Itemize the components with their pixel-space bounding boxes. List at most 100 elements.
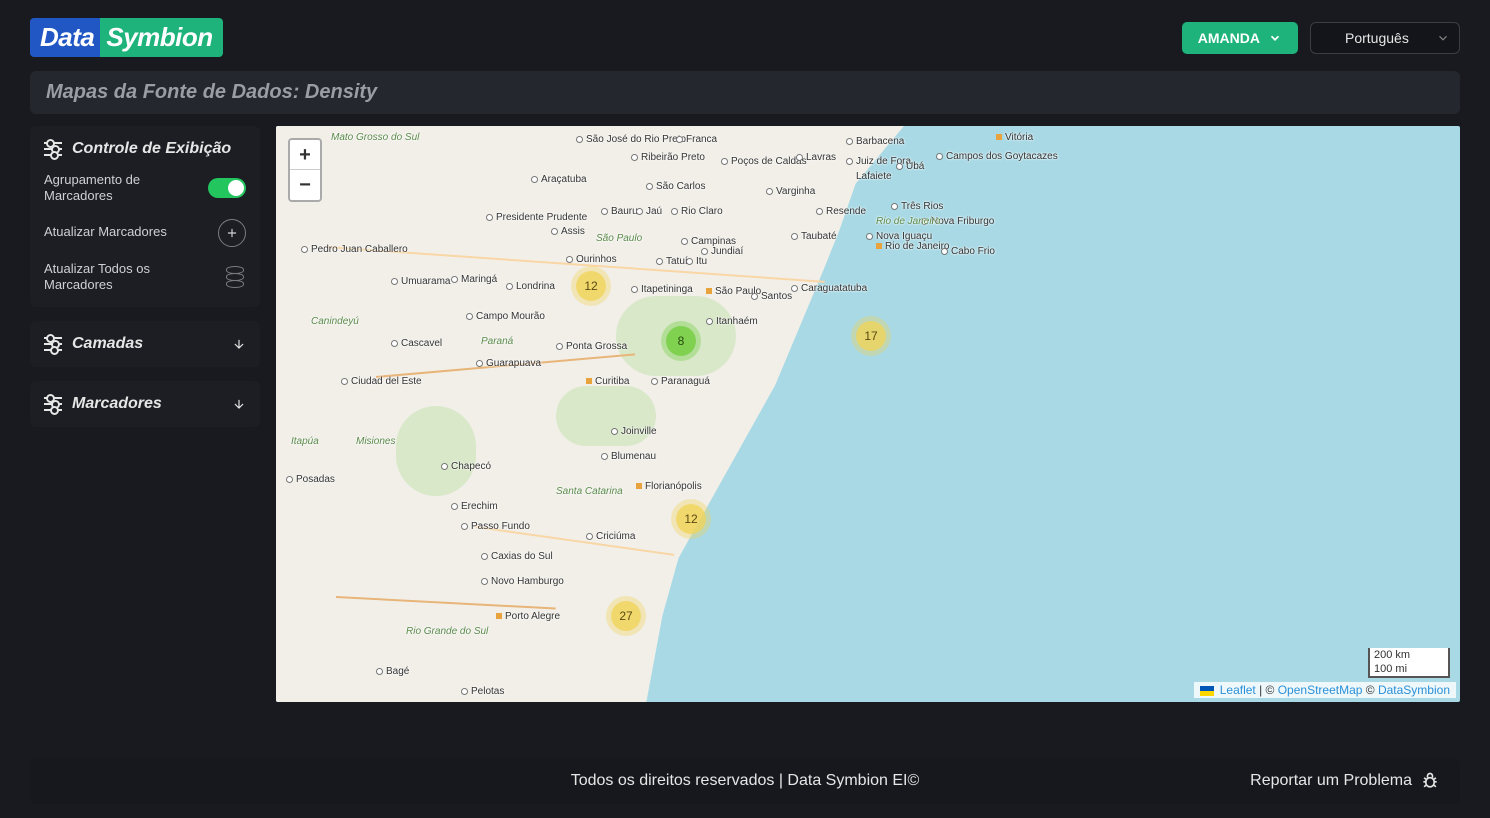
footer: Todos os direitos reservados | Data Symb… — [30, 758, 1460, 804]
city-label: Vitória — [996, 132, 1033, 143]
logo-part-2: Symbion — [100, 18, 222, 57]
city-label: Porto Alegre — [496, 611, 560, 622]
sliders-icon — [44, 397, 62, 411]
language-select[interactable]: Português — [1310, 22, 1460, 54]
action-label: Atualizar Todos os Marcadores — [44, 261, 194, 294]
osm-link[interactable]: OpenStreetMap — [1278, 683, 1363, 697]
city-label: Paraná — [481, 336, 513, 347]
city-label: São Carlos — [646, 181, 705, 192]
city-label: Tatuí — [656, 256, 688, 267]
marker-cluster[interactable]: 12 — [576, 271, 606, 301]
panel-title: Controle de Exibição — [72, 140, 231, 158]
sliders-icon — [44, 142, 62, 156]
marker-clustering-toggle[interactable] — [208, 178, 246, 198]
map-attribution: Leaflet | © OpenStreetMap © DataSymbion — [1194, 682, 1456, 698]
city-label: Ubá — [896, 161, 924, 172]
map-forest — [396, 406, 476, 496]
zoom-in-button[interactable]: + — [290, 140, 320, 170]
city-label: Pedro Juan Caballero — [301, 244, 408, 255]
plus-icon — [225, 226, 239, 240]
action-label: Atualizar Marcadores — [44, 224, 167, 240]
marker-cluster[interactable]: 17 — [856, 321, 886, 351]
marker-cluster[interactable]: 12 — [676, 504, 706, 534]
bug-icon — [1420, 771, 1440, 791]
panel-markers[interactable]: Marcadores — [30, 381, 260, 427]
city-label: Lafaiete — [856, 171, 892, 182]
report-problem-button[interactable]: Reportar um Problema — [1250, 771, 1440, 791]
city-label: Maringá — [451, 274, 497, 285]
user-menu-button[interactable]: AMANDA — [1182, 22, 1298, 54]
marker-cluster[interactable]: 8 — [666, 326, 696, 356]
panel-layers[interactable]: Camadas — [30, 321, 260, 367]
city-label: Rio Claro — [671, 206, 723, 217]
city-label: Assis — [551, 226, 585, 237]
city-label: Lavras — [796, 152, 836, 163]
city-label: Umuarama — [391, 276, 450, 287]
city-label: Presidente Prudente — [486, 212, 587, 223]
logo[interactable]: Data Symbion — [30, 18, 223, 57]
city-label: Mato Grosso do Sul — [331, 132, 419, 143]
city-label: Cabo Frio — [941, 246, 995, 257]
city-label: Campo Mourão — [466, 311, 545, 322]
city-label: Ribeirão Preto — [631, 152, 705, 163]
city-label: Cascavel — [391, 338, 442, 349]
datasymbion-link[interactable]: DataSymbion — [1378, 683, 1450, 697]
leaflet-link[interactable]: Leaflet — [1220, 683, 1256, 697]
panel-title: Camadas — [72, 335, 143, 353]
city-label: Caxias do Sul — [481, 551, 553, 562]
city-label: Poços de Caldas — [721, 156, 807, 167]
city-label: Novo Hamburgo — [481, 576, 564, 587]
marker-cluster[interactable]: 27 — [611, 601, 641, 631]
city-label: Jaú — [636, 206, 662, 217]
refresh-markers-button[interactable] — [218, 219, 246, 247]
city-label: Rio de Janeiro — [876, 216, 940, 227]
city-label: Passo Fundo — [461, 521, 530, 532]
scale-control: 200 km 100 mi — [1368, 648, 1450, 676]
city-label: Rio Grande do Sul — [406, 626, 488, 637]
city-label: Santos — [751, 291, 792, 302]
city-label: Ciudad del Este — [341, 376, 422, 387]
city-label: Canindeyú — [311, 316, 359, 327]
city-label: Joinville — [611, 426, 657, 437]
logo-part-1: Data — [30, 18, 100, 57]
city-label: Florianópolis — [636, 481, 702, 492]
city-label: Chapecó — [441, 461, 491, 472]
city-label: São Paulo — [596, 233, 642, 244]
city-label: Erechim — [451, 501, 498, 512]
copyright-text: Todos os direitos reservados | Data Symb… — [571, 772, 920, 790]
city-label: Resende — [816, 206, 866, 217]
map-canvas[interactable]: + − 200 km 100 mi Leaflet | © OpenStreet… — [276, 126, 1460, 702]
city-label: Criciúma — [586, 531, 635, 542]
city-label: Jundiaí — [701, 246, 743, 257]
chevron-down-icon — [232, 337, 246, 351]
city-label: Itanhaém — [706, 316, 758, 327]
city-label: Araçatuba — [531, 174, 587, 185]
city-label: Campos dos Goytacazes — [936, 151, 1058, 162]
report-label: Reportar um Problema — [1250, 772, 1412, 790]
city-label: Itu — [686, 256, 707, 267]
zoom-out-button[interactable]: − — [290, 170, 320, 200]
city-label: Curitiba — [586, 376, 629, 387]
chevron-down-icon — [1268, 31, 1282, 45]
city-label: Rio de Janeiro — [876, 241, 949, 252]
city-label: Barbacena — [846, 136, 904, 147]
flag-ua-icon — [1200, 686, 1214, 696]
city-label: Três Rios — [891, 201, 943, 212]
panel-title: Marcadores — [72, 395, 162, 413]
city-label: Paranaguá — [651, 376, 710, 387]
city-label: São José do Rio Preto — [576, 134, 686, 145]
city-label: Taubaté — [791, 231, 837, 242]
city-label: Posadas — [286, 474, 335, 485]
toggle-label: Agrupamento de Marcadores — [44, 172, 194, 205]
city-label: Blumenau — [601, 451, 656, 462]
refresh-all-markers-button[interactable] — [224, 266, 246, 288]
user-label: AMANDA — [1198, 30, 1260, 46]
page-title: Mapas da Fonte de Dados: Density — [30, 71, 1460, 114]
map-forest — [556, 386, 656, 446]
panel-display-control: Controle de Exibição Agrupamento de Marc… — [30, 126, 260, 307]
city-label: Santa Catarina — [556, 486, 623, 497]
city-label: Ourinhos — [566, 254, 617, 265]
city-label: Itapetininga — [631, 284, 693, 295]
sliders-icon — [44, 337, 62, 351]
city-label: Bauru — [601, 206, 638, 217]
